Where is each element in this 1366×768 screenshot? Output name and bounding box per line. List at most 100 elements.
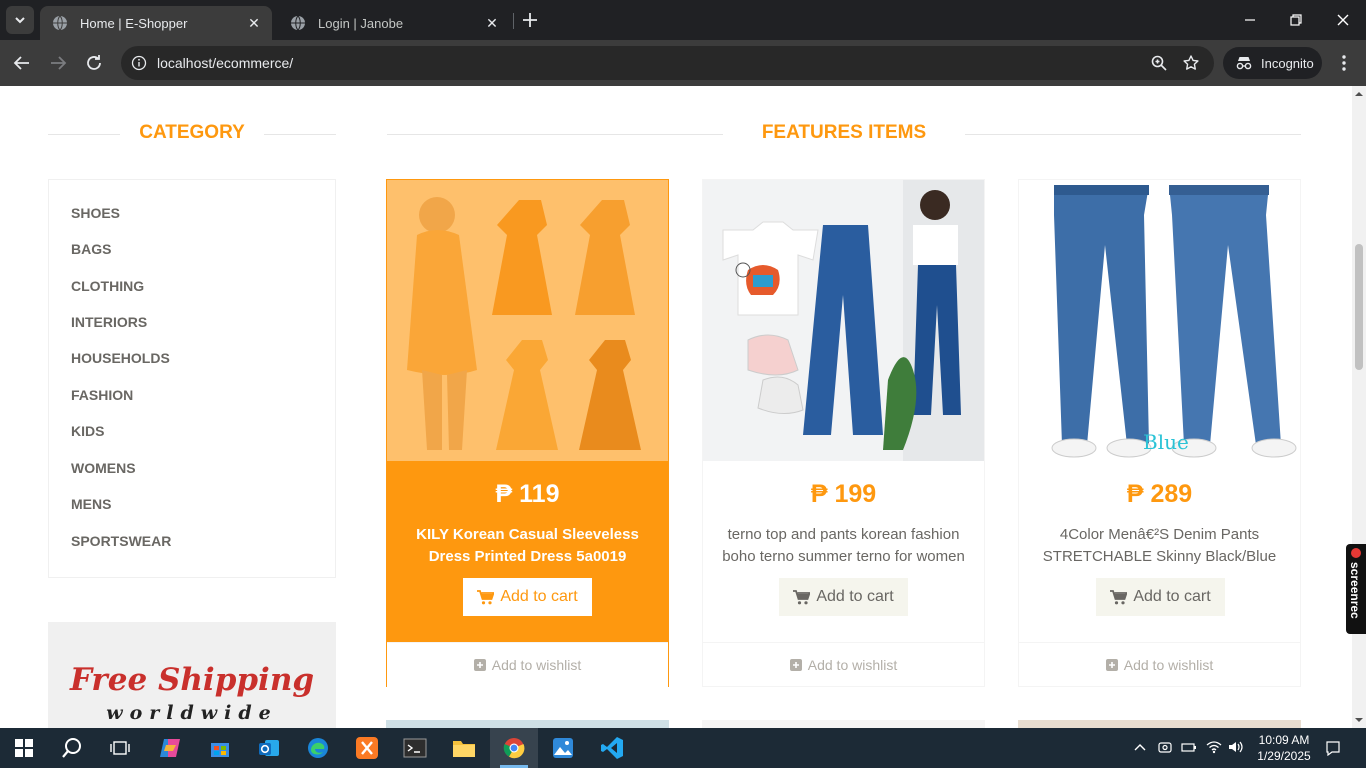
product-card[interactable]: ₱ 199 terno top and pants korean fashion… bbox=[702, 179, 985, 687]
vscode-icon[interactable] bbox=[598, 734, 626, 762]
product-name[interactable]: KILY Korean Casual Sleeveless Dress Prin… bbox=[399, 524, 656, 568]
add-to-cart-button[interactable]: Add to cart bbox=[779, 578, 908, 616]
shipping-subtitle: worldwide bbox=[106, 702, 278, 724]
site-info-icon[interactable] bbox=[131, 55, 147, 71]
product-image[interactable] bbox=[703, 180, 984, 461]
file-explorer-icon[interactable] bbox=[450, 734, 478, 762]
forward-arrow-icon[interactable] bbox=[47, 52, 69, 74]
free-shipping-banner[interactable]: Free Shipping worldwide bbox=[48, 622, 336, 728]
windows-taskbar: 10:09 AM 1/29/2025 bbox=[0, 728, 1366, 768]
zoom-icon[interactable] bbox=[1150, 54, 1168, 72]
category-interiors[interactable]: INTERIORS bbox=[71, 314, 147, 330]
add-to-cart-button[interactable]: Add to cart bbox=[463, 578, 592, 616]
screenrec-label: screenrec bbox=[1348, 562, 1362, 619]
denim-pants-image bbox=[1019, 180, 1300, 461]
tab-search-button[interactable] bbox=[6, 6, 34, 34]
system-clock[interactable]: 10:09 AM 1/29/2025 bbox=[1254, 732, 1314, 764]
category-sportswear[interactable]: SPORTSWEAR bbox=[71, 533, 171, 549]
category-shoes[interactable]: SHOES bbox=[71, 205, 120, 221]
category-title-line-right bbox=[264, 134, 336, 135]
minimize-icon[interactable] bbox=[1240, 10, 1260, 30]
incognito-indicator[interactable]: Incognito bbox=[1223, 47, 1322, 79]
category-fashion[interactable]: FASHION bbox=[71, 387, 133, 403]
browser-tab-bar: Home | E-Shopper ✕ Login | Janobe ✕ bbox=[0, 0, 1366, 40]
product-name[interactable]: terno top and pants korean fashion boho … bbox=[715, 524, 972, 568]
next-product-image-peek bbox=[702, 720, 985, 728]
volume-icon[interactable] bbox=[1228, 739, 1244, 755]
category-kids[interactable]: KIDS bbox=[71, 423, 104, 439]
tab-login-janobe[interactable]: Login | Janobe ✕ bbox=[278, 6, 510, 40]
reload-icon[interactable] bbox=[83, 52, 105, 74]
close-window-icon[interactable] bbox=[1333, 10, 1353, 30]
outlook-icon[interactable] bbox=[255, 734, 283, 762]
restore-icon[interactable] bbox=[1286, 10, 1306, 30]
scroll-down-icon[interactable] bbox=[1355, 716, 1363, 724]
wifi-icon[interactable] bbox=[1206, 739, 1222, 755]
category-clothing[interactable]: CLOTHING bbox=[71, 278, 144, 294]
notification-icon[interactable] bbox=[1325, 740, 1341, 756]
add-to-wishlist-link[interactable]: Add to wishlist bbox=[387, 642, 668, 687]
product-name[interactable]: 4Color Menâ€²S Denim Pants STRETCHABLE S… bbox=[1031, 524, 1288, 568]
add-to-wishlist-label: Add to wishlist bbox=[807, 657, 898, 673]
chevron-up-icon[interactable] bbox=[1132, 739, 1148, 755]
features-title-line-right bbox=[965, 134, 1301, 135]
chrome-icon[interactable] bbox=[500, 734, 528, 762]
tab-separator bbox=[513, 13, 514, 29]
globe-icon bbox=[53, 15, 67, 31]
category-households[interactable]: HOUSEHOLDS bbox=[71, 350, 170, 366]
scrollbar-thumb[interactable] bbox=[1355, 244, 1363, 370]
photos-icon[interactable] bbox=[549, 734, 577, 762]
category-title: CATEGORY bbox=[139, 122, 245, 143]
bookmark-star-icon[interactable] bbox=[1182, 54, 1200, 72]
terminal-icon[interactable] bbox=[401, 734, 429, 762]
close-icon[interactable]: ✕ bbox=[246, 15, 262, 31]
clock-date: 1/29/2025 bbox=[1257, 749, 1311, 763]
edge-icon[interactable] bbox=[304, 734, 332, 762]
new-tab-icon[interactable] bbox=[520, 10, 540, 30]
clock-time: 10:09 AM bbox=[1258, 733, 1310, 747]
screenrec-widget[interactable]: screenrec bbox=[1346, 544, 1366, 634]
tab-title: Login | Janobe bbox=[318, 15, 404, 31]
product-price: ₱ 119 bbox=[495, 480, 560, 508]
product-image[interactable] bbox=[387, 180, 668, 461]
tab-title: Home | E-Shopper bbox=[80, 15, 188, 31]
start-icon[interactable] bbox=[10, 734, 38, 762]
meet-now-icon[interactable] bbox=[1157, 739, 1173, 755]
product-card[interactable]: ₱ 119 KILY Korean Casual Sleeveless Dres… bbox=[386, 179, 669, 687]
shopping-cart-icon bbox=[477, 589, 495, 604]
shopping-cart-icon bbox=[793, 589, 811, 604]
close-icon[interactable]: ✕ bbox=[484, 15, 500, 31]
address-bar[interactable]: localhost/ecommerce/ bbox=[121, 46, 1214, 80]
product-image[interactable]: Blue bbox=[1019, 180, 1300, 461]
url-text: localhost/ecommerce/ bbox=[157, 55, 294, 71]
add-to-wishlist-link[interactable]: Add to wishlist bbox=[703, 642, 984, 687]
xampp-icon[interactable] bbox=[353, 734, 381, 762]
plus-square-icon bbox=[789, 659, 802, 671]
product-card[interactable]: Blue ₱ 289 4Color Menâ€²S Denim Pants ST… bbox=[1018, 179, 1301, 687]
features-title-line-left bbox=[387, 134, 723, 135]
category-womens[interactable]: WOMENS bbox=[71, 460, 136, 476]
add-to-cart-label: Add to cart bbox=[816, 588, 894, 605]
dress-image bbox=[387, 180, 668, 461]
next-product-image-peek bbox=[1018, 720, 1301, 728]
task-view-icon[interactable] bbox=[106, 734, 134, 762]
tab-home-eshopper[interactable]: Home | E-Shopper ✕ bbox=[40, 6, 272, 40]
search-icon[interactable] bbox=[58, 734, 86, 762]
page-viewport: CATEGORY FEATURES ITEMS SHOES BAGS CLOTH… bbox=[0, 86, 1352, 728]
product-price: ₱ 289 bbox=[1126, 480, 1193, 508]
battery-icon[interactable] bbox=[1181, 739, 1197, 755]
incognito-icon bbox=[1236, 57, 1252, 70]
microsoft-store-icon[interactable] bbox=[206, 734, 234, 762]
record-icon bbox=[1351, 548, 1361, 558]
add-to-wishlist-link[interactable]: Add to wishlist bbox=[1019, 642, 1300, 687]
category-bags[interactable]: BAGS bbox=[71, 241, 111, 257]
copilot-icon[interactable] bbox=[156, 734, 184, 762]
category-mens[interactable]: MENS bbox=[71, 496, 111, 512]
more-menu-icon[interactable] bbox=[1336, 53, 1352, 73]
add-to-cart-button[interactable]: Add to cart bbox=[1096, 578, 1225, 616]
next-product-image-peek bbox=[386, 720, 669, 728]
back-arrow-icon[interactable] bbox=[11, 52, 33, 74]
terno-outfit-image bbox=[703, 180, 984, 461]
scroll-up-icon[interactable] bbox=[1355, 90, 1363, 98]
product-price: ₱ 199 bbox=[810, 480, 877, 508]
